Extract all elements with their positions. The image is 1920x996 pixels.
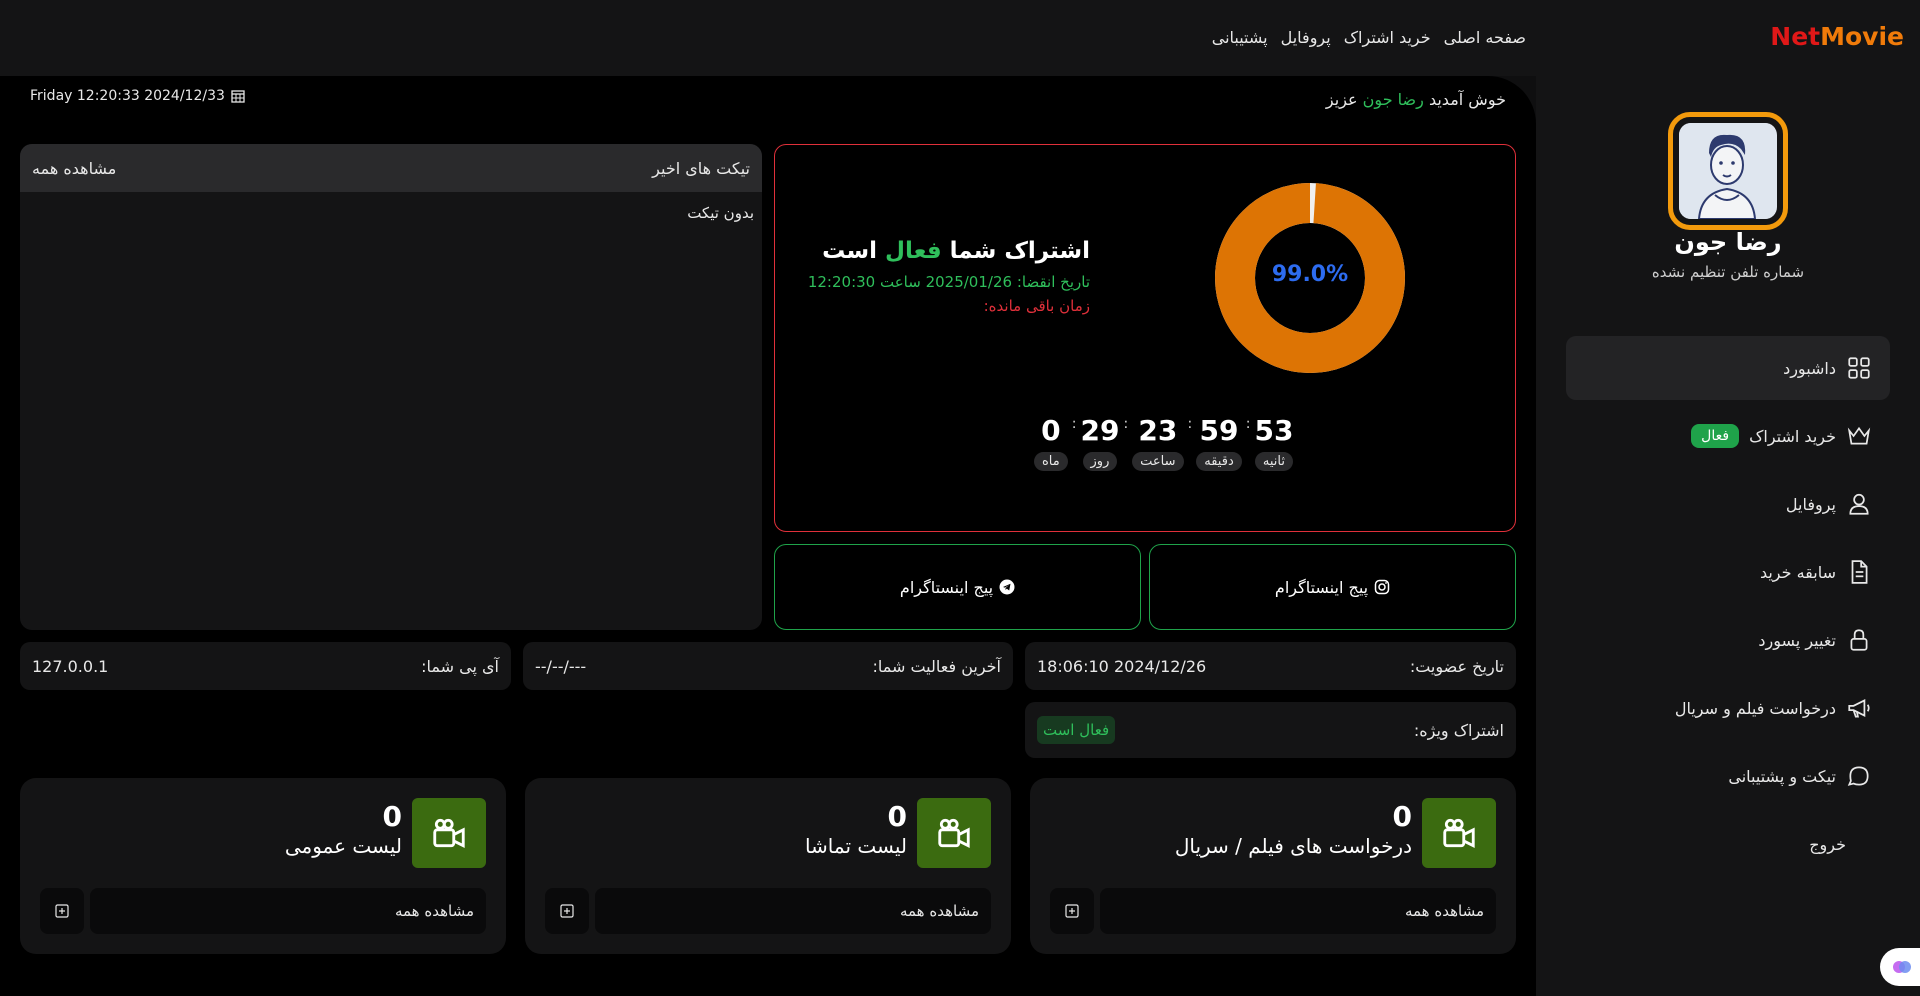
- subscription-percent: 99.0%: [1271, 262, 1349, 287]
- instagram-link[interactable]: پیج اینستاگرام: [1149, 544, 1516, 630]
- floating-assistant-button[interactable]: [1880, 948, 1920, 986]
- sidebar-item-label: درخواست فیلم و سریال: [1674, 698, 1836, 718]
- stat-label: لیست عمومی: [284, 834, 402, 858]
- stat-count: 0: [887, 800, 907, 833]
- nav-profile[interactable]: پروفایل: [1281, 28, 1331, 47]
- sidebar-item-label: تیکت و پشتیبانی: [1728, 766, 1836, 786]
- nav-home[interactable]: صفحه اصلی: [1444, 28, 1526, 47]
- tickets-empty-message: بدون تیکت: [687, 204, 754, 222]
- vip-subscription-row: اشتراک ویژه: فعال است: [1025, 702, 1516, 758]
- video-camera-icon: [917, 798, 991, 868]
- video-camera-icon: [1422, 798, 1496, 868]
- top-bar: [0, 0, 1920, 76]
- vip-status-badge: فعال است: [1037, 716, 1116, 744]
- plus-square-icon: [1065, 904, 1079, 918]
- user-phone: شماره تلفن تنظیم نشده: [1651, 263, 1805, 281]
- countdown-days: 29 روز: [1080, 414, 1120, 471]
- crown-icon: [1847, 426, 1871, 445]
- sidebar-item-tickets[interactable]: تیکت و پشتیبانی: [1566, 744, 1890, 808]
- ip-address-row: آی پی شما: 127.0.0.1: [20, 642, 511, 690]
- sidebar-item-movie-request[interactable]: درخواست فیلم و سریال: [1566, 676, 1890, 740]
- plus-square-icon: [55, 904, 69, 918]
- countdown-timer: 53 ثانیه : 59 دقیقه : 23 ساعت : 29 روز : 0 ما…: [1030, 412, 1297, 471]
- recent-tickets-panel: تیکت های اخیر مشاهده همه بدون تیکت: [20, 144, 762, 630]
- stat-count: 0: [1392, 800, 1412, 833]
- chat-icon: [1847, 766, 1869, 786]
- sidebar-item-logout[interactable]: خروج: [1566, 812, 1890, 876]
- user-name: رضا جون: [1674, 228, 1782, 256]
- status-badge: فعال: [1691, 424, 1740, 448]
- join-date-row: تاریخ عضویت: 2024/12/26 18:06:10: [1025, 642, 1516, 690]
- add-button[interactable]: [40, 888, 84, 934]
- sidebar-item-change-password[interactable]: تغییر پسورد: [1566, 608, 1890, 672]
- stat-label: درخواست های فیلم / سریال: [1174, 834, 1412, 858]
- last-activity-row: آخرین فعالیت شما: ---/--/--: [523, 642, 1013, 690]
- calendar-icon: [231, 90, 245, 103]
- nav-support[interactable]: پشتیبانی: [1212, 28, 1268, 47]
- stat-card-public-list: 0 لیست عمومی مشاهده همه: [20, 778, 506, 954]
- user-icon: [1849, 493, 1869, 515]
- subscription-expiry: تاریخ انقضا: 2025/01/26 ساعت 12:20:30: [807, 273, 1090, 291]
- welcome-text: خوش آمدید رضا جون عزیز: [1325, 90, 1506, 109]
- sidebar-item-dashboard[interactable]: داشبورد: [1566, 336, 1890, 400]
- sidebar-item-label: سابقه خرید: [1759, 562, 1836, 582]
- view-all-button[interactable]: مشاهده همه: [1100, 888, 1496, 934]
- tickets-view-all-link[interactable]: مشاهده همه: [32, 159, 116, 178]
- tickets-title: تیکت های اخیر: [652, 158, 750, 178]
- subscription-status-title: اشتراک شما فعال است: [822, 238, 1090, 264]
- sidebar-item-label: خرید اشتراک: [1749, 426, 1836, 446]
- sidebar-item-buy-subscription[interactable]: خرید اشتراک فعال: [1566, 404, 1890, 468]
- sidebar-item-profile[interactable]: پروفایل: [1566, 472, 1890, 536]
- lock-icon: [1850, 629, 1868, 651]
- subscription-remaining-label: زمان باقی مانده:: [983, 297, 1090, 315]
- countdown-minutes: 59 دقیقه: [1196, 412, 1242, 471]
- sidebar-item-label: خروج: [1809, 834, 1846, 854]
- video-camera-icon: [412, 798, 486, 868]
- sidebar-item-label: پروفایل: [1785, 494, 1836, 514]
- add-button[interactable]: [1050, 888, 1094, 934]
- stat-card-watch-list: 0 لیست تماشا مشاهده همه: [525, 778, 1011, 954]
- current-datetime: Friday 12:20:33 2024/12/33: [30, 88, 245, 104]
- megaphone-icon: [1848, 699, 1870, 718]
- top-nav: صفحه اصلی خرید اشتراک پروفایل پشتیبانی: [1212, 28, 1526, 47]
- stat-label: لیست تماشا: [804, 834, 907, 858]
- brain-icon: [1893, 961, 1911, 973]
- stat-count: 0: [382, 800, 402, 833]
- sidebar-item-label: داشبورد: [1783, 358, 1836, 378]
- document-icon: [1851, 560, 1868, 584]
- sidebar-item-purchase-history[interactable]: سابقه خرید: [1566, 540, 1890, 604]
- avatar-image: [1679, 123, 1777, 219]
- sidebar-item-label: تغییر پسورد: [1758, 630, 1836, 650]
- telegram-icon: [999, 579, 1015, 595]
- instagram-icon: [1374, 579, 1390, 595]
- nav-buy-subscription[interactable]: خرید اشتراک: [1344, 28, 1431, 47]
- countdown-seconds: 53 ثانیه: [1254, 414, 1294, 471]
- view-all-button[interactable]: مشاهده همه: [90, 888, 486, 934]
- stat-card-movie-requests: 0 درخواست های فیلم / سریال مشاهده همه: [1030, 778, 1516, 954]
- add-button[interactable]: [545, 888, 589, 934]
- countdown-hours: 23 ساعت: [1132, 412, 1184, 471]
- view-all-button[interactable]: مشاهده همه: [595, 888, 991, 934]
- tickets-header: تیکت های اخیر مشاهده همه: [20, 144, 762, 192]
- telegram-link[interactable]: پیج اینستاگرام: [774, 544, 1141, 630]
- brand-logo[interactable]: NetMovie: [1770, 22, 1904, 51]
- countdown-months: 0 ماه: [1034, 412, 1068, 471]
- avatar[interactable]: [1668, 112, 1788, 230]
- plus-square-icon: [560, 904, 574, 918]
- grid-icon: [1848, 357, 1870, 379]
